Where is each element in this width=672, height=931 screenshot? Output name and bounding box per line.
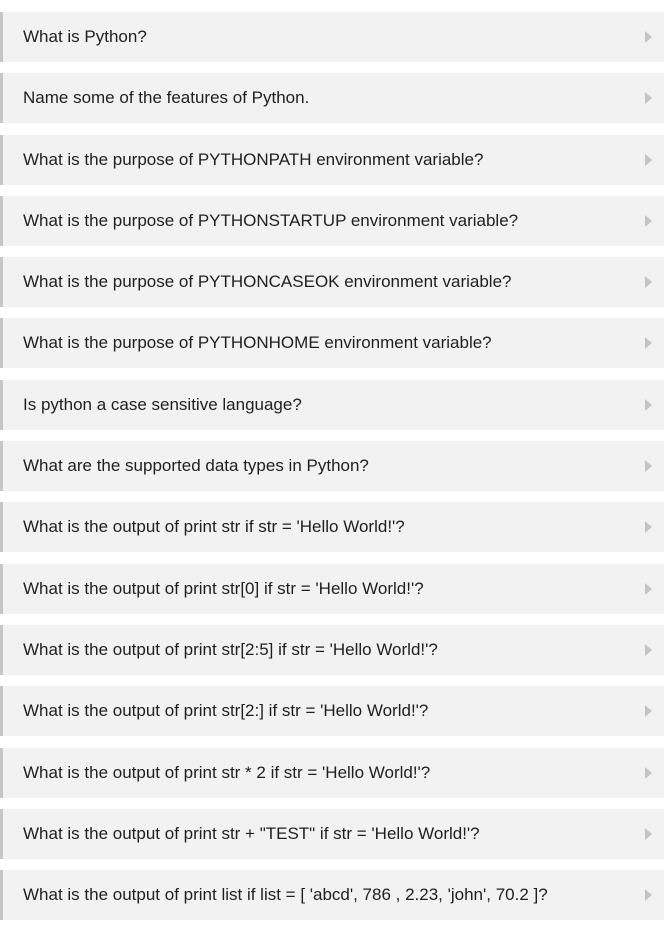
faq-item[interactable]: What is the output of print str[2:5] if … xyxy=(0,624,664,675)
faq-question: What is the output of print str if str =… xyxy=(23,517,405,537)
faq-question: What is the purpose of PYTHONHOME enviro… xyxy=(23,333,492,353)
faq-question: What is the output of print str[0] if st… xyxy=(23,578,424,598)
faq-question: What is the output of print list if list… xyxy=(23,885,548,905)
caret-right-icon xyxy=(645,766,652,779)
faq-item[interactable]: What is the output of print str[0] if st… xyxy=(0,563,664,614)
faq-question: What is the output of print str * 2 if s… xyxy=(23,762,431,782)
faq-question: What is the output of print str[2:5] if … xyxy=(23,639,438,659)
faq-item[interactable]: What is the purpose of PYTHONSTARTUP env… xyxy=(0,195,664,246)
faq-item[interactable]: What are the supported data types in Pyt… xyxy=(0,441,664,492)
caret-right-icon xyxy=(645,276,652,289)
caret-right-icon xyxy=(645,521,652,534)
faq-item[interactable]: What is the purpose of PYTHONPATH enviro… xyxy=(0,134,664,185)
faq-question: What is the purpose of PYTHONSTARTUP env… xyxy=(23,210,519,230)
caret-right-icon xyxy=(645,705,652,718)
caret-right-icon xyxy=(645,31,652,43)
faq-item[interactable]: What is the output of print str * 2 if s… xyxy=(0,747,664,798)
caret-right-icon xyxy=(645,337,652,350)
caret-right-icon xyxy=(645,92,652,105)
faq-item[interactable]: Is python a case sensitive language? xyxy=(0,379,664,430)
faq-question: What are the supported data types in Pyt… xyxy=(23,456,369,476)
caret-right-icon xyxy=(645,398,652,411)
faq-item[interactable]: What is the purpose of PYTHONCASEOK envi… xyxy=(0,257,664,308)
faq-item[interactable]: What is the output of print list if list… xyxy=(0,870,664,921)
caret-right-icon xyxy=(645,643,652,656)
faq-question: What is Python? xyxy=(23,27,147,46)
faq-question: Is python a case sensitive language? xyxy=(23,394,302,414)
faq-accordion: What is Python? Name some of the feature… xyxy=(0,12,664,931)
caret-right-icon xyxy=(645,889,652,902)
faq-question: Name some of the features of Python. xyxy=(23,88,310,108)
faq-item[interactable]: What is the output of print str[2:] if s… xyxy=(0,686,664,737)
faq-question: What is the purpose of PYTHONCASEOK envi… xyxy=(23,272,512,292)
faq-item[interactable]: What is the purpose of PYTHONHOME enviro… xyxy=(0,318,664,369)
caret-right-icon xyxy=(645,460,652,473)
caret-right-icon xyxy=(645,827,652,840)
faq-question: What is the output of print str[2:] if s… xyxy=(23,701,429,721)
faq-item[interactable]: Name some of the features of Python. xyxy=(0,73,664,124)
faq-question: What is the output of print str + "TEST"… xyxy=(23,823,480,843)
faq-question: What is the purpose of PYTHONPATH enviro… xyxy=(23,149,484,169)
caret-right-icon xyxy=(645,214,652,227)
faq-item[interactable]: What is Python? xyxy=(0,12,664,62)
faq-item[interactable]: What is the output of print str + "TEST"… xyxy=(0,808,664,859)
faq-item[interactable]: What is the output of print str if str =… xyxy=(0,502,664,553)
caret-right-icon xyxy=(645,153,652,166)
caret-right-icon xyxy=(645,582,652,595)
